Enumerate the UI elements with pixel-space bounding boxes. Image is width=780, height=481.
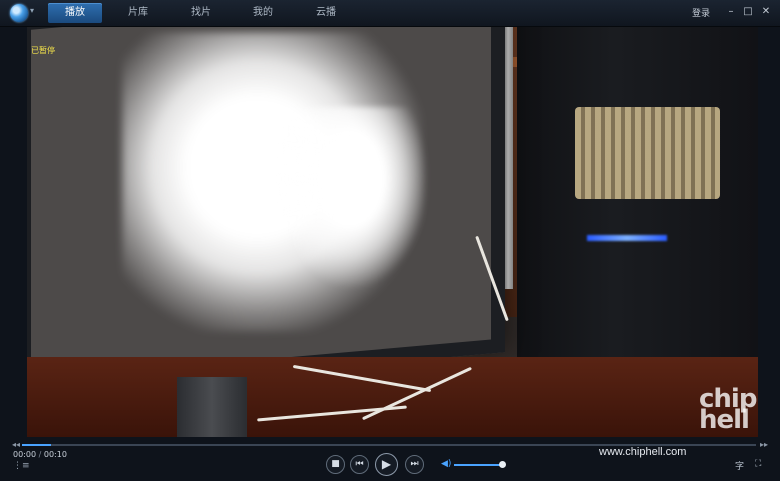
close-icon[interactable]: ✕ <box>759 5 773 19</box>
volume-knob[interactable] <box>499 461 506 468</box>
previous-button[interactable]: ⏮ <box>350 455 369 474</box>
minimize-icon[interactable]: – <box>724 5 738 19</box>
watermark-site-text: www.chiphell.com <box>599 446 687 458</box>
duration-time: 00:10 <box>43 450 67 459</box>
fullscreen-icon[interactable]: ⛶ <box>755 459 761 469</box>
login-button[interactable]: 登录 <box>692 6 710 19</box>
video-floor <box>27 357 758 437</box>
video-monitor-stand <box>177 377 247 437</box>
stop-icon: ■ <box>331 459 340 469</box>
subtitle-button[interactable]: 字 <box>735 459 744 472</box>
watermark-logo: chip hell <box>699 384 757 435</box>
current-time: 00:00 <box>13 450 37 459</box>
video-blue-leds <box>587 235 667 241</box>
tab-mine[interactable]: 我的 <box>236 3 290 23</box>
previous-icon: ⏮ <box>355 459 364 469</box>
paused-status-text: 已暂停 <box>31 46 55 55</box>
tab-cloud-play[interactable]: 云播 <box>299 3 353 23</box>
next-icon: ⏭ <box>410 459 419 469</box>
chevron-down-icon[interactable]: ▾ <box>30 6 34 15</box>
seek-back-icon[interactable]: ◂◂ <box>12 440 20 449</box>
time-separator: / <box>38 450 42 459</box>
playlist-toggle-icon[interactable]: ⋮≡ <box>13 461 30 471</box>
next-button[interactable]: ⏭ <box>405 455 424 474</box>
tab-play[interactable]: 播放 <box>48 3 102 23</box>
volume-slider[interactable] <box>454 461 506 468</box>
video-frame[interactable]: 已暂停 chip hell <box>27 27 758 437</box>
tab-find-movie[interactable]: 找片 <box>174 3 228 23</box>
seek-forward-icon[interactable]: ▸▸ <box>760 440 768 449</box>
progress-fill <box>22 444 52 446</box>
video-screen-glare-secondary <box>277 107 427 287</box>
title-bar: ▾ 播放 片库 找片 我的 云播 登录 – □ ✕ <box>0 0 780 27</box>
play-button[interactable]: ▶ <box>375 453 398 476</box>
maximize-icon[interactable]: □ <box>741 5 755 19</box>
video-cpu-cooler <box>575 107 720 199</box>
volume-icon[interactable]: ◀) <box>441 459 451 469</box>
stop-button[interactable]: ■ <box>326 455 345 474</box>
video-player-window: ▾ 播放 片库 找片 我的 云播 登录 – □ ✕ 已暂停 chip hell ◂… <box>0 0 780 481</box>
volume-fill <box>454 464 502 466</box>
time-display: 00:00 / 00:10 <box>13 450 67 459</box>
app-logo-icon[interactable] <box>10 4 28 22</box>
tab-library[interactable]: 片库 <box>111 3 165 23</box>
play-icon: ▶ <box>381 457 392 471</box>
